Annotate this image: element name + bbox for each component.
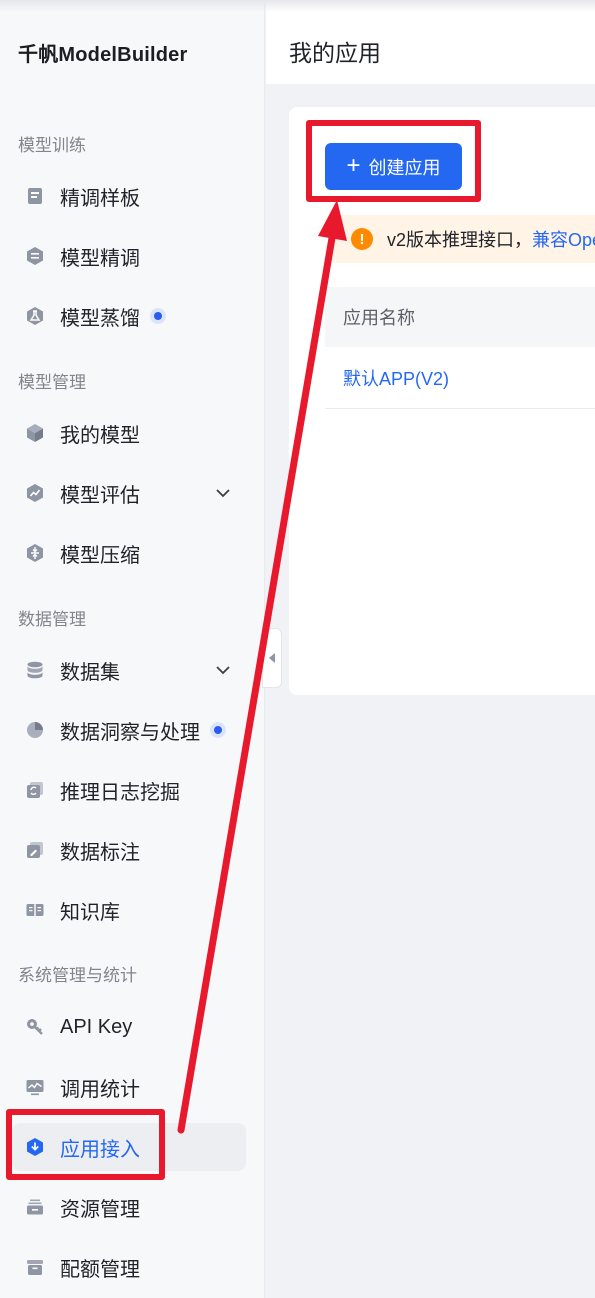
sidebar-item-model-distill[interactable]: 模型蒸馏 — [12, 292, 246, 340]
sidebar-item-inference-log[interactable]: 推理日志挖掘 — [12, 766, 246, 814]
flask-icon — [24, 305, 46, 327]
sidebar-item-model-finetune[interactable]: 模型精调 — [12, 232, 246, 280]
column-header-app-name: 应用名称 — [343, 308, 415, 328]
create-app-button[interactable]: + 创建应用 — [325, 143, 462, 190]
new-badge — [150, 308, 166, 324]
sidebar-item-label: 模型评估 — [60, 484, 140, 507]
sidebar-item-api-key[interactable]: API Key — [12, 1003, 246, 1051]
caret-left-icon — [269, 653, 275, 663]
app-name-link[interactable]: 默认APP(V2) — [343, 365, 449, 391]
sidebar-item-label: 应用接入 — [60, 1138, 140, 1161]
notice-text: v2版本推理接口， — [387, 230, 533, 250]
sidebar-item-data-annotation[interactable]: 数据标注 — [12, 826, 246, 874]
sidebar-item-label: 知识库 — [60, 901, 120, 924]
top-shadow — [0, 0, 595, 12]
pie-icon — [24, 719, 46, 741]
database-icon — [24, 659, 46, 681]
group-title-model-management: 模型管理 — [18, 373, 86, 392]
group-title-data-management: 数据管理 — [18, 610, 86, 629]
sidebar-item-my-models[interactable]: 我的模型 — [12, 409, 246, 457]
page-header: 我的应用 — [266, 0, 595, 84]
tune-icon — [24, 245, 46, 267]
compress-icon — [24, 542, 46, 564]
sidebar-item-model-eval[interactable]: 模型评估 — [12, 469, 246, 517]
chevron-down-icon[interactable] — [214, 661, 232, 679]
sidebar-collapse-toggle[interactable] — [262, 628, 282, 688]
sidebar-item-model-compress[interactable]: 模型压缩 — [12, 529, 246, 577]
sidebar-item-quota-management[interactable]: 配额管理 — [12, 1243, 246, 1291]
sidebar-item-label: 数据洞察与处理 — [60, 721, 200, 744]
sidebar-item-resource-management[interactable]: 资源管理 — [12, 1183, 246, 1231]
chevron-down-icon[interactable] — [214, 484, 232, 502]
annotate-icon — [24, 839, 46, 861]
table-row: 默认APP(V2) — [325, 347, 595, 409]
stats-icon — [24, 1076, 46, 1098]
sidebar-item-label: 我的模型 — [60, 424, 140, 447]
sidebar-item-label: API Key — [60, 1015, 133, 1038]
table-header: 应用名称 — [325, 287, 595, 347]
notice-banner: ! v2版本推理接口， 兼容Ope — [333, 215, 595, 263]
warning-icon: ! — [351, 228, 373, 250]
tray-icon — [24, 1196, 46, 1218]
download-shield-icon — [24, 1136, 46, 1158]
plus-icon: + — [346, 151, 361, 179]
log-icon — [24, 779, 46, 801]
sidebar-item-label: 资源管理 — [60, 1198, 140, 1221]
sidebar-item-label: 配额管理 — [60, 1258, 140, 1281]
group-title-system: 系统管理与统计 — [18, 966, 137, 985]
sidebar: 千帆ModelBuilder 模型训练 模型管理 数据管理 系统管理与统计 精调… — [0, 0, 265, 1298]
new-badge — [210, 722, 226, 738]
cube-icon — [24, 422, 46, 444]
sidebar-item-label: 模型精调 — [60, 247, 140, 270]
sidebar-item-label: 推理日志挖掘 — [60, 781, 180, 804]
page-title: 我的应用 — [289, 40, 381, 66]
sidebar-item-dataset[interactable]: 数据集 — [12, 646, 246, 694]
template-icon — [24, 185, 46, 207]
sidebar-item-knowledge-base[interactable]: 知识库 — [12, 886, 246, 934]
sidebar-item-label: 数据集 — [60, 661, 120, 684]
create-app-button-label: 创建应用 — [368, 157, 441, 178]
sidebar-item-finetune-template[interactable]: 精调样板 — [12, 172, 246, 220]
sidebar-item-call-stats[interactable]: 调用统计 — [12, 1063, 246, 1111]
box-icon — [24, 1256, 46, 1278]
notice-link[interactable]: 兼容Ope — [532, 226, 595, 252]
sidebar-item-label: 数据标注 — [60, 841, 140, 864]
sidebar-item-label: 模型蒸馏 — [60, 307, 140, 330]
book-icon — [24, 899, 46, 921]
sidebar-item-data-insight[interactable]: 数据洞察与处理 — [12, 706, 246, 754]
sidebar-item-label: 调用统计 — [60, 1078, 140, 1101]
key-icon — [24, 1016, 46, 1038]
sidebar-item-app-access[interactable]: 应用接入 — [12, 1123, 246, 1171]
trend-icon — [24, 482, 46, 504]
group-title-training: 模型训练 — [18, 136, 86, 155]
sidebar-item-label: 模型压缩 — [60, 544, 140, 567]
brand-title: 千帆ModelBuilder — [18, 44, 188, 66]
sidebar-item-label: 精调样板 — [60, 187, 140, 210]
